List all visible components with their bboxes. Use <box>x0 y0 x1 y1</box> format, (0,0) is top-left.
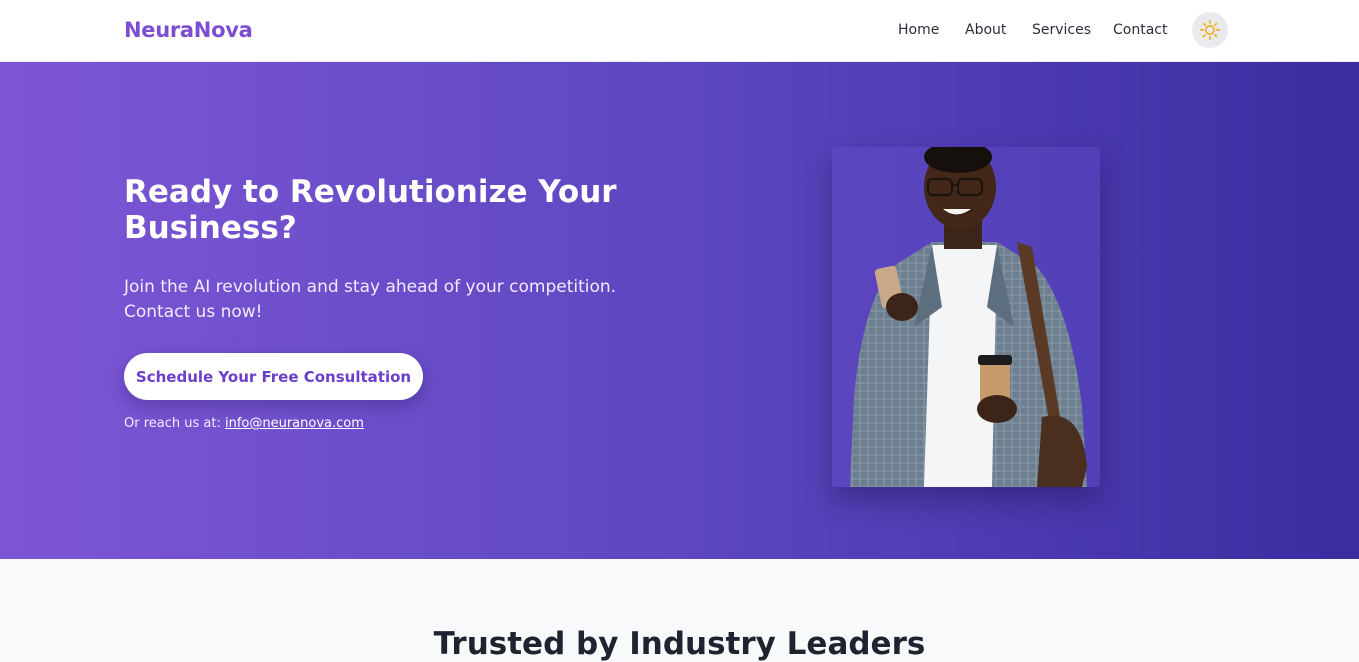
email-link[interactable]: info@neuranova.com <box>225 416 364 431</box>
hero-subtitle: Join the AI revolution and stay ahead of… <box>124 277 617 322</box>
sun-icon <box>1200 20 1220 40</box>
nav-link-about[interactable]: About <box>965 22 1006 38</box>
nav-links: Home About Services Contact <box>0 22 1359 42</box>
nav-link-home[interactable]: Home <box>898 22 939 38</box>
hero-section: Ready to Revolutionize Your Business? Jo… <box>0 62 1359 559</box>
nav-link-contact[interactable]: Contact <box>1113 22 1167 38</box>
schedule-consultation-button[interactable]: Schedule Your Free Consultation <box>124 353 423 400</box>
hero-person-image <box>832 147 1100 487</box>
hero-title: Ready to Revolutionize Your Business? <box>124 174 617 246</box>
nav-link-services[interactable]: Services <box>1032 22 1091 38</box>
theme-toggle-button[interactable] <box>1192 12 1228 48</box>
navbar: NeuraNova Home About Services Contact <box>0 0 1359 62</box>
trusted-section-title: Trusted by Industry Leaders <box>433 626 926 662</box>
contact-prefix: Or reach us at: <box>124 416 221 431</box>
contact-line: Or reach us at: info@neuranova.com <box>124 416 364 431</box>
